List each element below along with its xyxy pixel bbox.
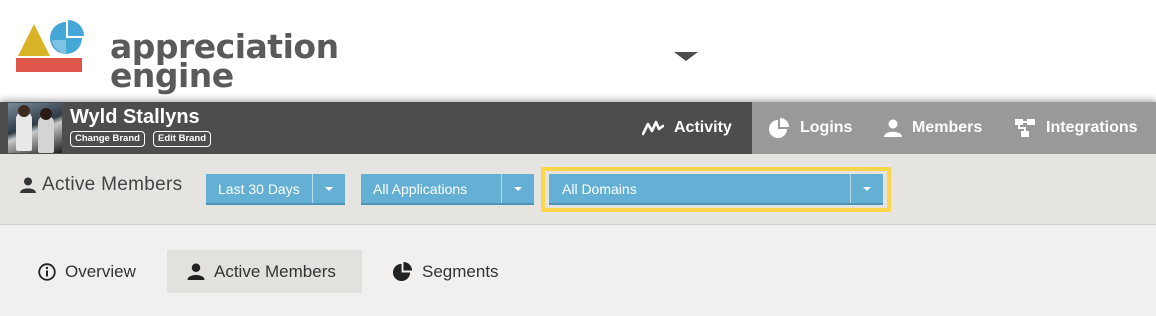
domains-dropdown[interactable]: All Domains (549, 174, 883, 205)
domains-value: All Domains (562, 181, 637, 197)
subtab-active-members[interactable]: Active Members (167, 250, 362, 293)
subtab-active-members-label: Active Members (214, 261, 336, 281)
change-brand-button[interactable]: Change Brand (70, 131, 145, 147)
tab-activity-label: Activity (674, 119, 732, 136)
subtab-overview-label: Overview (65, 261, 136, 281)
section-title-label: Active Members (42, 174, 183, 195)
section-title: Active Members (20, 174, 182, 196)
tab-integrations[interactable]: Integrations (1014, 102, 1138, 154)
activity-chart-icon (642, 120, 664, 136)
tab-members[interactable]: Members (884, 102, 982, 154)
active-tab-pointer (674, 52, 698, 61)
sub-navigation: Overview Active Members Segments (0, 225, 1156, 316)
subtab-segments-label: Segments (422, 261, 499, 281)
date-range-value: Last 30 Days (218, 181, 300, 197)
applications-value: All Applications (373, 181, 468, 197)
chevron-down-icon[interactable] (312, 174, 345, 203)
pie-chart-icon (392, 261, 413, 282)
app-logo[interactable]: appreciation engine (16, 18, 339, 92)
tab-logins-label: Logins (800, 119, 853, 136)
date-range-dropdown[interactable]: Last 30 Days (206, 174, 345, 205)
appreciation-engine-logo-icon (16, 20, 84, 72)
logo-text: appreciation engine (110, 30, 339, 92)
tab-activity[interactable]: Activity (642, 102, 732, 154)
applications-dropdown[interactable]: All Applications (361, 174, 534, 205)
subtab-overview[interactable]: Overview (38, 250, 136, 293)
sitemap-icon (1014, 118, 1036, 138)
info-circle-icon (38, 262, 56, 281)
subtab-segments[interactable]: Segments (392, 250, 499, 293)
tab-members-label: Members (912, 119, 983, 136)
user-icon (20, 177, 36, 193)
chevron-down-icon[interactable] (850, 174, 883, 203)
filter-bar: Active Members Last 30 Days All Applicat… (0, 154, 1156, 225)
chevron-down-icon[interactable] (501, 174, 534, 203)
brand-name: Wyld Stallyns (70, 106, 200, 128)
tab-integrations-label: Integrations (1046, 119, 1138, 136)
pie-chart-icon (768, 117, 790, 139)
brand-avatar (8, 103, 62, 153)
edit-brand-button[interactable]: Edit Brand (153, 131, 212, 147)
brand-bar: Wyld Stallyns Change Brand Edit Brand Ac… (0, 102, 1156, 154)
tab-logins[interactable]: Logins (768, 102, 852, 154)
user-icon (187, 263, 205, 280)
user-icon (884, 119, 902, 137)
